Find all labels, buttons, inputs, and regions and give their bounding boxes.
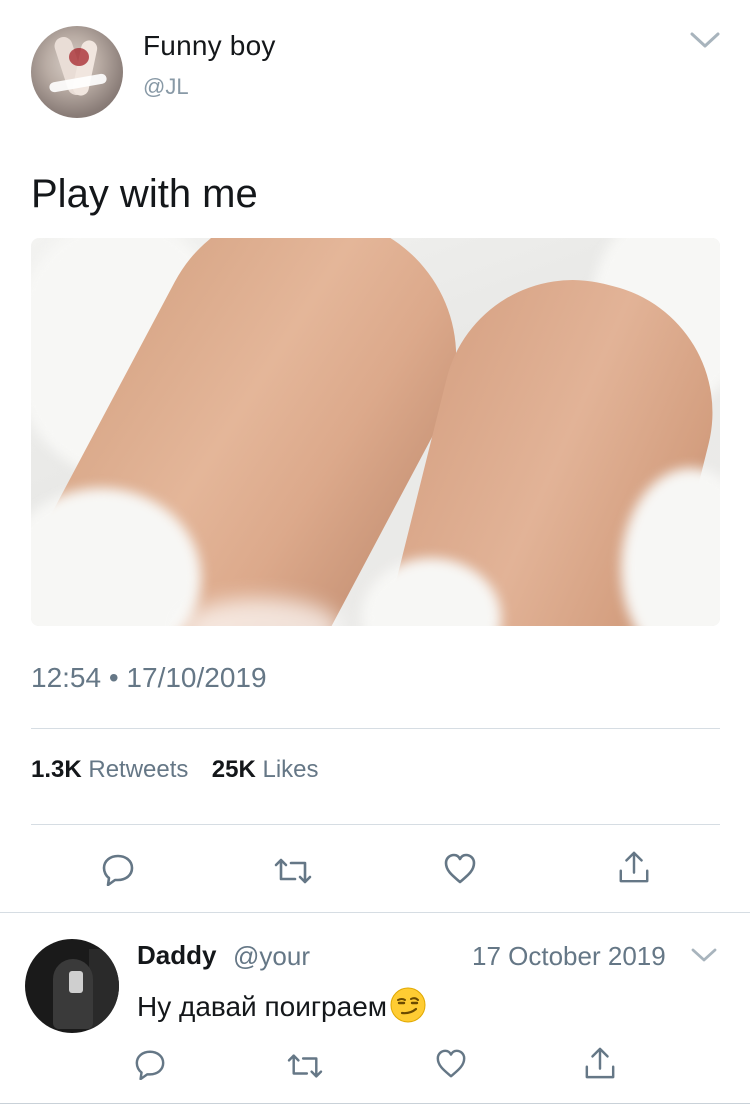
author-handle[interactable]: @JL xyxy=(143,74,189,100)
smirking-face-icon xyxy=(389,986,427,1024)
reply-date[interactable]: 17 October 2019 xyxy=(472,941,666,972)
likes-count[interactable]: 25K xyxy=(212,756,256,783)
reply-icon[interactable] xyxy=(134,1048,166,1081)
heart-icon[interactable] xyxy=(443,852,477,886)
retweet-icon[interactable] xyxy=(273,854,313,888)
tweet-stats: 1.3K Retweets 25K Likes xyxy=(31,756,319,784)
divider xyxy=(31,824,720,825)
heart-icon[interactable] xyxy=(435,1048,467,1080)
retweets-label[interactable]: Retweets xyxy=(88,756,188,783)
reply-icon[interactable] xyxy=(101,852,135,887)
tweet-image[interactable] xyxy=(31,238,720,626)
share-icon[interactable] xyxy=(617,850,651,884)
reply-author-name[interactable]: Daddy xyxy=(137,940,216,971)
chevron-down-icon[interactable] xyxy=(688,28,722,52)
retweets-count[interactable]: 1.3K xyxy=(31,756,82,783)
reply-text-content: Ну давай поиграем xyxy=(137,991,388,1022)
divider xyxy=(0,1103,750,1104)
tweet-timestamp[interactable]: 12:54 • 17/10/2019 xyxy=(31,662,267,694)
share-icon[interactable] xyxy=(584,1046,616,1080)
tweet-text: Play with me xyxy=(31,172,258,216)
divider xyxy=(31,728,720,729)
chevron-down-icon[interactable] xyxy=(690,944,718,966)
author-avatar[interactable] xyxy=(31,26,123,118)
retweet-icon[interactable] xyxy=(286,1050,324,1082)
reply-text: Ну давай поиграем xyxy=(137,986,427,1024)
author-name[interactable]: Funny boy xyxy=(143,30,276,62)
reply-author-handle[interactable]: @your xyxy=(233,941,310,972)
likes-label[interactable]: Likes xyxy=(262,756,318,783)
reply-author-avatar[interactable] xyxy=(25,939,119,1033)
divider xyxy=(0,912,750,913)
